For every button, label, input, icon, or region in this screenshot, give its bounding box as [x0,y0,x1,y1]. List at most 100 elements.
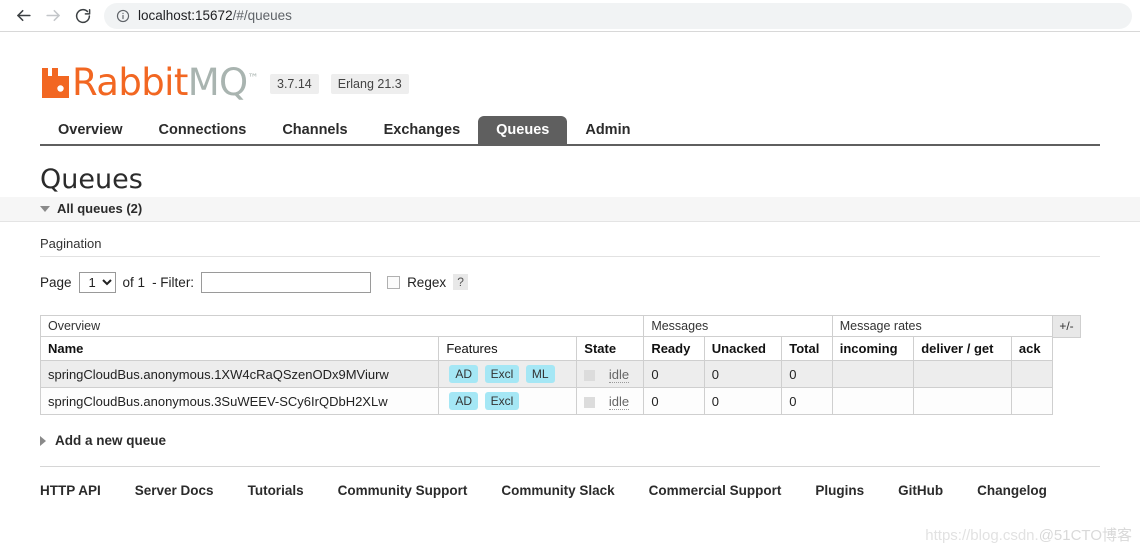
feature-badge: Excl [484,392,520,410]
queues-table: Overview Messages Message rates Name Fea… [39,315,1054,415]
table-row[interactable]: springCloudBus.anonymous.3SuWEEV-SCy6IrQ… [39,387,1054,415]
trademark-symbol: ™ [247,71,259,85]
queues-table-body: springCloudBus.anonymous.1XW4cRaQSzenODx… [39,360,1054,415]
column-header-total[interactable]: Total [781,336,833,361]
column-header-unacked[interactable]: Unacked [703,336,783,361]
footer-link-github[interactable]: GitHub [898,483,943,498]
rate-deliver-get [913,360,1012,388]
queue-name[interactable]: springCloudBus.anonymous.3SuWEEV-SCy6IrQ… [39,387,440,415]
table-group-header-row: Overview Messages Message rates [39,315,1054,337]
rabbit-logo-icon [42,68,69,98]
all-queues-label: All queues (2) [57,201,143,216]
reload-icon[interactable] [68,2,98,30]
rate-incoming [831,360,915,388]
tab-queues[interactable]: Queues [478,115,568,144]
group-header-overview: Overview [39,315,645,337]
browser-toolbar: localhost:15672/#/queues [0,0,1140,32]
group-header-messages: Messages [643,315,833,337]
column-header-incoming[interactable]: incoming [831,336,915,361]
queue-state: idle [576,387,645,415]
messages-total: 0 [781,360,833,388]
feature-badge: AD [449,365,478,383]
all-queues-section-header[interactable]: All queues (2) [0,197,1140,222]
brand-header: RabbitMQ™ 3.7.14 Erlang 21.3 [40,32,1100,106]
chevron-right-icon [40,435,46,446]
queue-name[interactable]: springCloudBus.anonymous.1XW4cRaQSzenODx… [39,360,440,388]
brand-wordmark: RabbitMQ™ [72,64,259,101]
messages-ready: 0 [643,360,705,388]
footer-link-server-docs[interactable]: Server Docs [135,483,214,498]
back-arrow-icon[interactable] [8,2,38,30]
state-indicator-icon [584,369,596,381]
version-badge: 3.7.14 [270,74,319,94]
table-row[interactable]: springCloudBus.anonymous.1XW4cRaQSzenODx… [39,360,1054,388]
brand-name-secondary: MQ [187,60,248,104]
toggle-columns-button[interactable]: +/- [1053,315,1081,338]
group-header-message-rates: Message rates [831,315,1054,337]
messages-unacked: 0 [703,387,783,415]
footer-link-commercial-support[interactable]: Commercial Support [649,483,782,498]
filter-input[interactable] [201,271,372,293]
page-count-label: of 1 [122,274,146,290]
address-bar[interactable]: localhost:15672/#/queues [104,2,1132,29]
tab-overview[interactable]: Overview [40,116,141,145]
rabbitmq-management-page: RabbitMQ™ 3.7.14 Erlang 21.3 Overview Co… [0,32,1140,551]
url-text: localhost:15672/#/queues [138,8,292,23]
column-header-features[interactable]: Features [438,336,578,361]
page-label: Page [40,274,72,290]
column-header-ack[interactable]: ack [1010,336,1054,361]
tab-admin[interactable]: Admin [567,116,648,145]
pagination-controls: Page 1 of 1 - Filter: Regex ? [40,271,1100,293]
messages-unacked: 0 [703,360,783,388]
chevron-down-icon [40,205,50,212]
brand-name-primary: Rabbit [72,60,188,104]
pagination-section-label: Pagination [40,236,1100,257]
watermark: https://blog.csdn.@51CTO博客 [925,524,1132,545]
rate-ack [1010,360,1054,388]
add-queue-label: Add a new queue [55,433,167,448]
footer-link-community-support[interactable]: Community Support [338,483,468,498]
column-header-state[interactable]: State [576,336,645,361]
column-header-ready[interactable]: Ready [643,336,705,361]
messages-ready: 0 [643,387,705,415]
state-indicator-icon [584,396,596,408]
feature-badge: ML [525,365,555,383]
footer-link-community-slack[interactable]: Community Slack [501,483,614,498]
feature-badge: AD [449,392,478,410]
footer-link-changelog[interactable]: Changelog [977,483,1047,498]
watermark-text-b: @51CTO博客 [1038,527,1132,544]
tab-connections[interactable]: Connections [141,116,265,145]
erlang-version-badge: Erlang 21.3 [330,74,409,94]
main-nav-tabs: Overview Connections Channels Exchanges … [40,114,1100,146]
queue-state: idle [576,360,645,388]
queues-table-container: Overview Messages Message rates Name Fea… [39,315,1100,415]
watermark-text-a: https://blog.csdn. [925,527,1039,544]
feature-badge: Excl [484,365,520,383]
regex-help-button[interactable]: ? [453,274,469,290]
state-label: idle [608,366,630,383]
tab-channels[interactable]: Channels [264,116,365,145]
footer-link-http-api[interactable]: HTTP API [40,483,101,498]
queue-features: AD Excl ML [438,360,578,388]
queue-features: AD Excl [438,387,578,415]
column-header-deliver-get[interactable]: deliver / get [913,336,1012,361]
rabbitmq-logo[interactable]: RabbitMQ™ [40,64,259,101]
filter-label: - Filter: [152,274,195,290]
regex-label: Regex [407,274,447,290]
column-header-name[interactable]: Name [39,336,440,361]
footer-link-tutorials[interactable]: Tutorials [248,483,304,498]
regex-checkbox[interactable] [387,275,401,289]
footer-link-plugins[interactable]: Plugins [815,483,864,498]
table-column-header-row: Name Features State Ready Unacked Total … [39,336,1054,361]
page-title: Queues [40,164,143,195]
url-path: /#/queues [232,8,292,23]
rate-incoming [831,387,915,415]
forward-arrow-icon [38,2,68,30]
rate-ack [1010,387,1054,415]
url-host: localhost:15672 [138,8,233,23]
add-queue-section-header[interactable]: Add a new queue [40,433,1100,448]
messages-total: 0 [781,387,833,415]
tab-exchanges[interactable]: Exchanges [366,116,479,145]
page-select[interactable]: 1 [78,271,116,293]
info-circle-icon[interactable] [116,9,130,23]
